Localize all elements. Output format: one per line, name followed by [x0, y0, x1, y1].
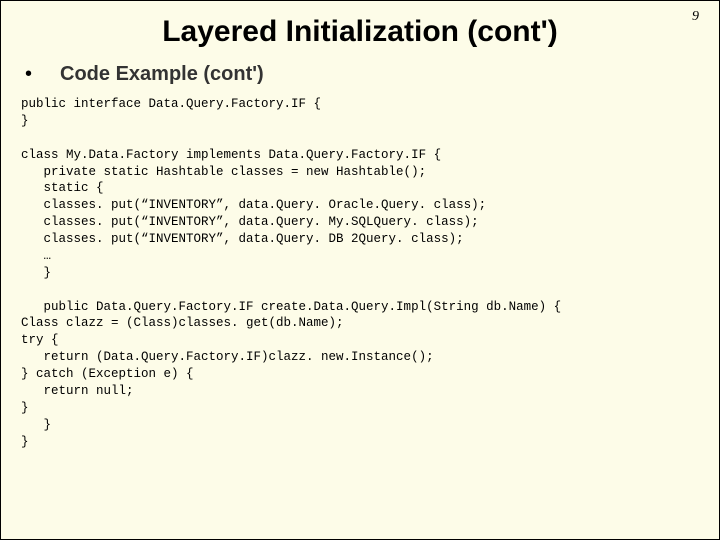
slide: 9 Layered Initialization (cont') • Code … [0, 0, 720, 540]
bullet-icon: • [25, 63, 32, 86]
page-number: 9 [692, 9, 699, 25]
subtitle-row: • Code Example (cont') [1, 63, 719, 86]
slide-title: Layered Initialization (cont') [1, 1, 719, 49]
subtitle: Code Example (cont') [60, 63, 264, 86]
code-block: public interface Data.Query.Factory.IF {… [1, 96, 719, 450]
